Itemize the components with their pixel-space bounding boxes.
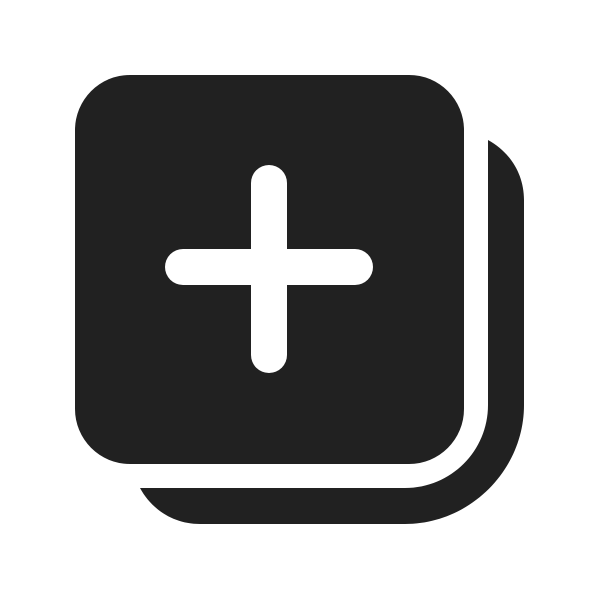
icon-canvas <box>0 0 600 600</box>
add-square-multiple-icon <box>75 75 524 524</box>
